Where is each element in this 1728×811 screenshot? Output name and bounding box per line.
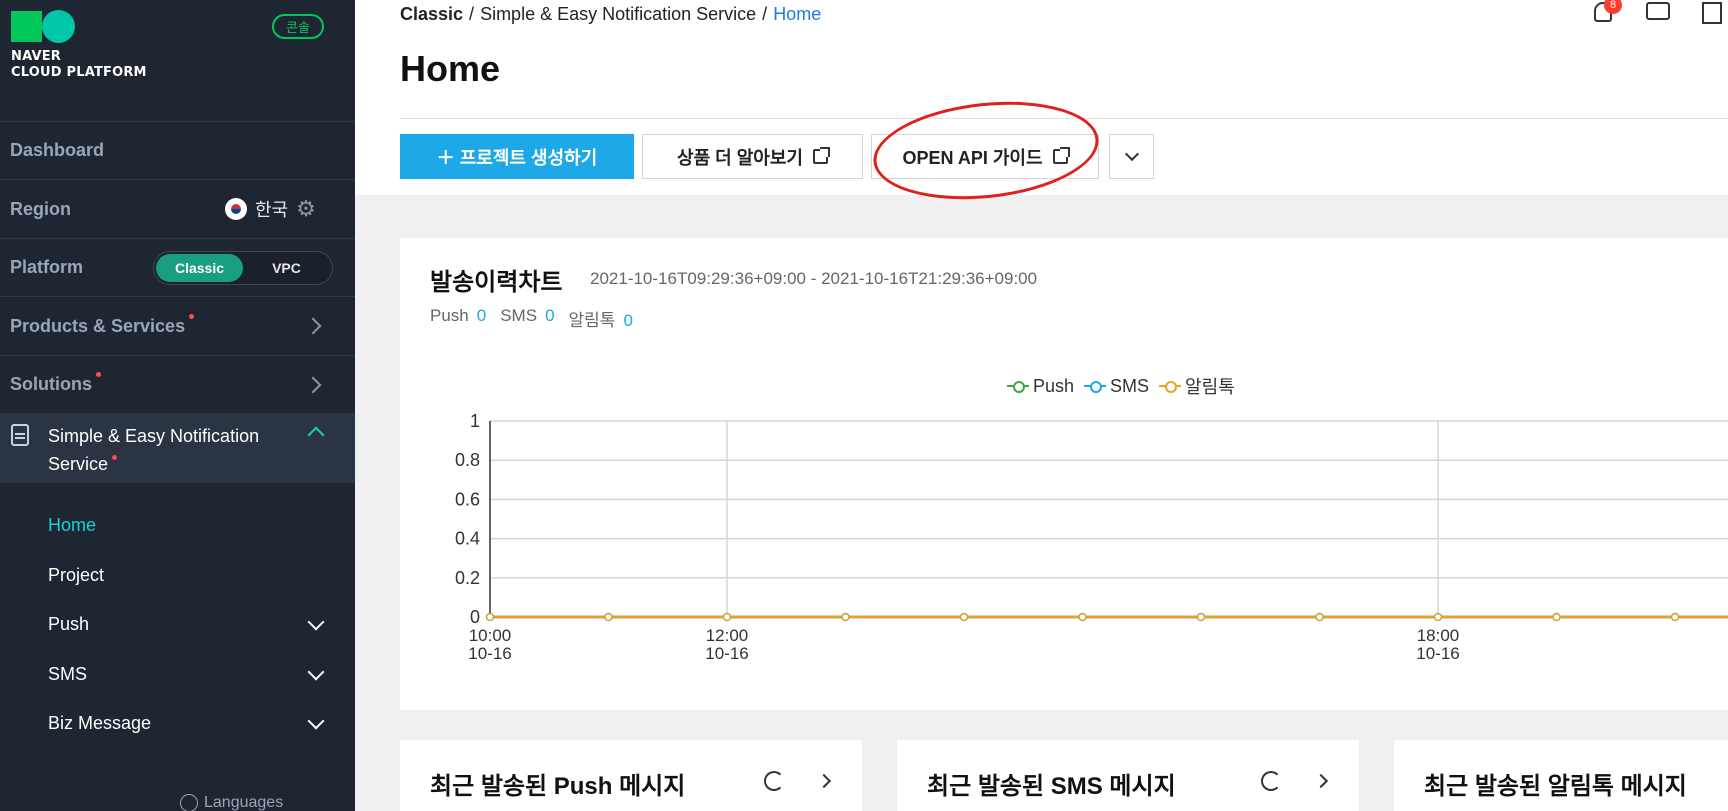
platform-label: Platform	[10, 257, 84, 277]
sub-item-project[interactable]: Project	[48, 565, 104, 586]
sub-item-home[interactable]: Home	[48, 515, 96, 536]
y-tick-label: 0.8	[455, 450, 480, 470]
chevron-right-icon[interactable]	[816, 773, 832, 789]
platform-classic-option[interactable]: Classic	[156, 253, 243, 282]
line-chart: 10.80.60.40.2010:0010-1612:0010-1618:001…	[455, 411, 1728, 663]
refresh-icon[interactable]	[764, 771, 784, 791]
y-tick-label: 0.2	[455, 568, 480, 588]
chevron-down-icon[interactable]	[307, 613, 325, 631]
sub-item-sms[interactable]: SMS	[48, 664, 87, 685]
korea-flag-icon	[225, 198, 247, 220]
data-point	[1433, 612, 1443, 622]
chevron-down-icon	[1124, 146, 1139, 161]
sidebar-item-service[interactable]: Simple & Easy Notification Service	[0, 413, 355, 483]
recent-sms-title: 최근 발송된 SMS 메시지	[927, 773, 1176, 800]
more-options-button[interactable]	[1109, 134, 1154, 179]
y-tick-label: 1	[470, 411, 480, 431]
sidebar-item-solutions[interactable]: Solutions	[0, 355, 355, 413]
breadcrumb-home[interactable]: Home	[773, 4, 821, 25]
memo-icon	[1702, 2, 1722, 24]
sidebar-item-region: Region 한국 ⚙	[0, 179, 355, 238]
x-tick-label: 10:00	[469, 626, 512, 645]
external-link-icon	[812, 147, 830, 164]
data-point	[1315, 612, 1324, 622]
new-indicator-dot	[189, 313, 195, 319]
refresh-icon[interactable]	[1261, 771, 1281, 791]
x-tick-date-label: 10-16	[705, 644, 748, 663]
sidebar-item-dashboard[interactable]: Dashboard	[0, 121, 355, 179]
breadcrumb-service[interactable]: Simple & Easy Notification Service	[480, 4, 756, 25]
y-tick-label: 0.6	[455, 489, 480, 509]
data-point	[722, 612, 732, 622]
sidebar: NAVER CLOUD PLATFORM 콘솔 Dashboard Region…	[0, 0, 355, 811]
memo-button[interactable]	[1702, 2, 1728, 26]
mobile-device-icon	[11, 424, 29, 446]
chat-icon	[1646, 2, 1670, 20]
region-value: 한국	[255, 200, 289, 220]
new-indicator-dot	[112, 455, 118, 460]
gear-icon[interactable]: ⚙	[296, 198, 318, 220]
sidebar-item-platform: Platform Classic VPC	[0, 238, 355, 296]
x-tick-label: 12:00	[706, 626, 749, 645]
chevron-right-icon[interactable]	[1313, 773, 1329, 789]
logo-text: NAVER CLOUD PLATFORM	[11, 49, 147, 80]
chevron-right-icon	[304, 317, 322, 335]
platform-toggle[interactable]: Classic VPC	[153, 250, 333, 285]
chevron-right-icon	[304, 376, 322, 393]
y-tick-label: 0	[470, 607, 480, 627]
globe-icon	[180, 794, 198, 811]
dashboard-label: Dashboard	[10, 140, 105, 160]
x-tick-date-label: 10-16	[468, 644, 511, 663]
data-point	[841, 612, 850, 622]
logo-mark	[11, 10, 147, 43]
notification-badge: 8	[1604, 0, 1622, 14]
region-selector[interactable]: 한국 ⚙	[225, 196, 318, 222]
chevron-up-icon[interactable]	[307, 426, 325, 444]
solutions-label: Solutions	[10, 374, 92, 394]
data-point	[604, 612, 613, 622]
service-title: Simple & Easy Notification Service	[48, 426, 260, 474]
create-project-button[interactable]: ＋ 프로젝트 생성하기	[400, 134, 634, 179]
breadcrumb: Classic / Simple & Easy Notification Serv…	[400, 4, 822, 25]
naver-cloud-logo[interactable]: NAVER CLOUD PLATFORM	[11, 10, 147, 81]
new-indicator-dot	[96, 372, 101, 377]
recent-alimtalk-card: 최근 발송된 알림톡 메시지	[1394, 740, 1728, 811]
sub-item-push[interactable]: Push	[48, 614, 89, 635]
region-label: Region	[10, 198, 71, 219]
top-icons: 8	[1590, 0, 1728, 26]
learn-more-button[interactable]: 상품 더 알아보기	[642, 134, 863, 179]
data-point	[1196, 612, 1206, 622]
recent-alimtalk-title: 최근 발송된 알림톡 메시지	[1424, 773, 1687, 800]
feedback-button[interactable]	[1646, 2, 1672, 26]
x-tick-date-label: 10-16	[1416, 644, 1459, 663]
learn-more-label: 상품 더 알아보기	[677, 147, 803, 168]
recent-push-title: 최근 발송된 Push 메시지	[430, 773, 686, 800]
recent-sms-card: 최근 발송된 SMS 메시지	[897, 740, 1359, 811]
sidebar-item-products[interactable]: Products & Services	[0, 296, 355, 355]
languages-selector[interactable]: Languages	[180, 794, 283, 811]
notifications-button[interactable]: 8	[1590, 0, 1622, 26]
console-badge[interactable]: 콘솔	[272, 14, 324, 39]
chevron-down-icon[interactable]	[307, 712, 325, 730]
platform-vpc-option[interactable]: VPC	[243, 254, 330, 282]
breadcrumb-classic[interactable]: Classic	[400, 4, 463, 25]
languages-label: Languages	[204, 794, 284, 811]
send-history-chart-card: 발송이력차트 2021-10-16T09:29:36+09:00 - 2021-…	[400, 238, 1728, 710]
data-point	[1670, 612, 1680, 622]
products-label: Products & Services	[10, 315, 186, 336]
x-tick-label: 18:00	[1417, 626, 1460, 645]
data-point	[1078, 612, 1087, 622]
data-point	[959, 612, 969, 622]
data-point	[485, 612, 495, 622]
create-project-label: ＋ 프로젝트 생성하기	[436, 147, 598, 168]
y-tick-label: 0.4	[455, 529, 480, 549]
page-title: Home	[400, 48, 501, 89]
chevron-down-icon[interactable]	[307, 663, 325, 681]
data-point	[1552, 612, 1561, 622]
sub-item-biz-message[interactable]: Biz Message	[48, 713, 151, 734]
recent-push-card: 최근 발송된 Push 메시지	[400, 740, 862, 811]
